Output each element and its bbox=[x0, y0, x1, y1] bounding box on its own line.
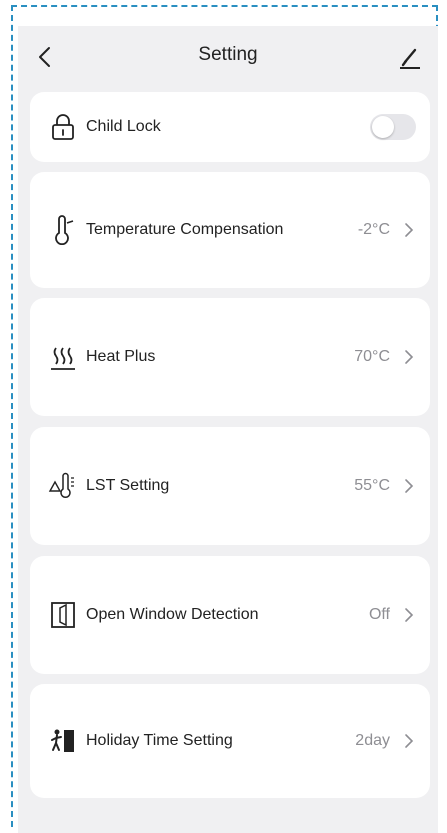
setting-value: Off bbox=[368, 606, 390, 623]
setting-label: Temperature Compensation bbox=[86, 221, 284, 238]
setting-label: LST Setting bbox=[86, 477, 170, 494]
chevron-right-icon bbox=[402, 606, 416, 624]
open-window-icon bbox=[48, 600, 78, 630]
setting-card-heat-plus[interactable]: Heat Plus 70°C bbox=[30, 298, 430, 416]
setting-card-lst-setting[interactable]: LST Setting 55°C bbox=[30, 427, 430, 545]
chevron-right-icon bbox=[402, 348, 416, 366]
child-lock-toggle[interactable] bbox=[370, 114, 416, 140]
setting-label: Open Window Detection bbox=[86, 606, 259, 623]
setting-card-temperature-compensation[interactable]: Temperature Compensation -2°C bbox=[30, 172, 430, 288]
thermometer-icon bbox=[48, 215, 78, 246]
setting-card-open-window-detection[interactable]: Open Window Detection Off bbox=[30, 556, 430, 674]
heat-waves-icon bbox=[48, 342, 78, 372]
lst-warning-thermometer-icon bbox=[48, 471, 78, 501]
header-bar: Setting bbox=[18, 26, 438, 88]
setting-label: Holiday Time Setting bbox=[86, 732, 233, 749]
setting-value: -2°C bbox=[357, 221, 390, 238]
page-title: Setting bbox=[198, 44, 258, 65]
setting-card-child-lock[interactable]: Child Lock bbox=[30, 92, 430, 162]
pencil-icon[interactable] bbox=[396, 38, 424, 74]
setting-value: 2day bbox=[355, 732, 390, 749]
lock-icon bbox=[48, 112, 78, 142]
holiday-walking-icon bbox=[48, 726, 78, 756]
toggle-knob bbox=[372, 116, 394, 138]
setting-label: Child Lock bbox=[86, 118, 161, 135]
settings-screen: Setting Child Lock Temperature Compensat… bbox=[18, 26, 438, 833]
setting-value: 55°C bbox=[354, 477, 390, 494]
setting-label: Heat Plus bbox=[86, 348, 156, 365]
setting-card-holiday-time-setting[interactable]: Holiday Time Setting 2day bbox=[30, 684, 430, 798]
chevron-right-icon bbox=[402, 477, 416, 495]
chevron-right-icon bbox=[402, 221, 416, 239]
setting-value: 70°C bbox=[354, 348, 390, 365]
chevron-right-icon bbox=[402, 732, 416, 750]
